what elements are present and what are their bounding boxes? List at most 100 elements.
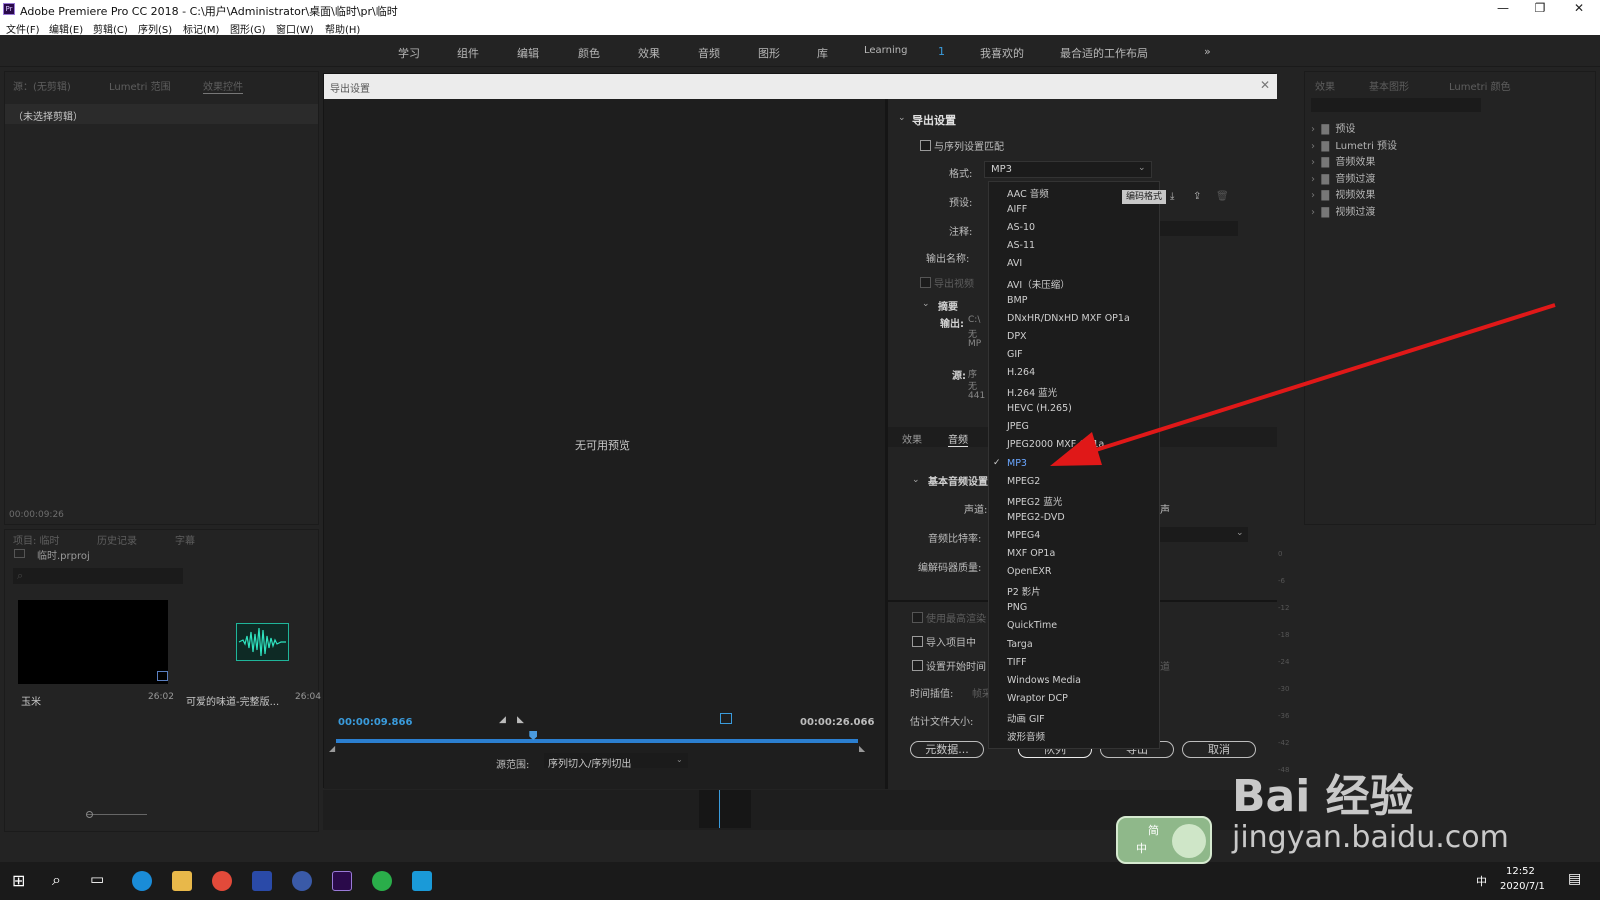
file-explorer-icon[interactable] — [172, 871, 192, 891]
format-option[interactable]: QuickTime — [1007, 620, 1057, 631]
premiere-taskbar-icon[interactable] — [332, 871, 352, 891]
format-option[interactable]: AS-10 — [1007, 222, 1035, 233]
mark-out-button[interactable]: ◣ — [517, 715, 524, 725]
tree-item-audio-effects[interactable]: › ▇ 音频效果 — [1311, 153, 1397, 170]
tree-item-audio-transitions[interactable]: › ▇ 音频过渡 — [1311, 170, 1397, 187]
workspace-color[interactable]: 颜色 — [578, 45, 600, 61]
audio-thumbnail[interactable] — [236, 623, 289, 661]
save-preset-icon[interactable]: ⤓ — [1170, 191, 1174, 202]
menu-edit[interactable]: 编辑(E) — [49, 21, 83, 36]
workspace-overflow-icon[interactable]: » — [1204, 45, 1211, 58]
tab-effects[interactable]: 效果 — [902, 431, 922, 446]
workspace-libraries[interactable]: 库 — [817, 45, 828, 61]
format-option[interactable]: MPEG2-DVD — [1007, 512, 1065, 523]
workspace-assembly[interactable]: 组件 — [457, 45, 479, 61]
format-option[interactable]: H.264 — [1007, 367, 1035, 378]
format-option[interactable]: Windows Media — [1007, 675, 1081, 686]
format-option[interactable]: 动画 GIF — [1007, 711, 1045, 725]
comment-input[interactable] — [1158, 221, 1238, 236]
import-preset-icon[interactable]: ⇪ — [1193, 191, 1201, 202]
zoom-slider-handle[interactable] — [86, 811, 93, 818]
format-option[interactable]: MPEG2 — [1007, 476, 1040, 487]
workspace-favorites[interactable]: 我喜欢的 — [980, 45, 1024, 61]
menu-sequence[interactable]: 序列(S) — [138, 21, 172, 36]
tree-item-presets[interactable]: › ▇ 预设 — [1311, 120, 1397, 137]
format-option[interactable]: Wraptor DCP — [1007, 693, 1068, 704]
restore-button[interactable]: ❐ — [1525, 1, 1555, 15]
clip-thumbnail-video[interactable] — [18, 600, 168, 684]
format-option[interactable]: MPEG4 — [1007, 530, 1040, 541]
format-option[interactable]: AVI（未压缩） — [1007, 277, 1070, 291]
search-icon[interactable]: ⌕ — [52, 870, 61, 890]
format-option[interactable]: MP3 — [1007, 458, 1027, 469]
baidu-netdisk-icon[interactable] — [292, 871, 312, 891]
effects-search-input[interactable] — [1311, 98, 1481, 112]
app2-icon[interactable] — [412, 871, 432, 891]
tab-effects[interactable]: 效果 — [1315, 78, 1335, 93]
import-project-checkbox[interactable] — [912, 636, 923, 647]
app-icon[interactable] — [252, 871, 272, 891]
ime-indicator[interactable]: 中 — [1476, 873, 1487, 889]
current-timecode[interactable]: 00:00:09.866 — [338, 717, 412, 728]
tree-item-video-effects[interactable]: › ▇ 视频效果 — [1311, 186, 1397, 203]
export-video-checkbox[interactable] — [920, 277, 931, 288]
format-option[interactable]: OpenEXR — [1007, 566, 1052, 577]
tab-history[interactable]: 历史记录 — [97, 532, 137, 547]
close-window-button[interactable]: ✕ — [1564, 1, 1594, 15]
summary-chevron-icon[interactable]: ⌄ — [922, 299, 930, 309]
format-option[interactable]: AVI — [1007, 258, 1022, 269]
workspace-best-layout[interactable]: 最合适的工作布局 — [1060, 45, 1148, 61]
menu-help[interactable]: 帮助(H) — [325, 21, 360, 36]
cancel-button[interactable]: 取消 — [1182, 741, 1256, 758]
format-option[interactable]: 波形音频 — [1007, 729, 1045, 743]
tab-captions[interactable]: 字幕 — [175, 532, 195, 547]
notification-icon[interactable]: ▤ — [1568, 871, 1581, 887]
preview-scrubber[interactable] — [336, 739, 858, 743]
tab-source[interactable]: 源：(无剪辑) — [13, 78, 71, 93]
format-option[interactable]: DPX — [1007, 331, 1027, 342]
tab-project[interactable]: 项目: 临时 — [13, 532, 60, 547]
format-option[interactable]: BMP — [1007, 295, 1027, 306]
workspace-effects[interactable]: 效果 — [638, 45, 660, 61]
workspace-audio[interactable]: 音频 — [698, 45, 720, 61]
aspect-icon[interactable] — [720, 713, 732, 724]
tree-item-lumetri-presets[interactable]: › ▇ Lumetri 预设 — [1311, 137, 1397, 154]
menu-window[interactable]: 窗口(W) — [276, 21, 314, 36]
format-select[interactable]: MP3 ⌄ — [984, 161, 1152, 178]
format-option[interactable]: Targa — [1007, 639, 1033, 650]
format-option[interactable]: P2 影片 — [1007, 584, 1041, 598]
match-sequence-checkbox[interactable] — [920, 140, 931, 151]
tab-essential-graphics[interactable]: 基本图形 — [1369, 78, 1409, 93]
windows-start-icon[interactable]: ⊞ — [12, 871, 25, 890]
range-start-handle[interactable]: ◢ — [329, 744, 335, 753]
format-option[interactable]: AS-11 — [1007, 240, 1035, 251]
format-option[interactable]: TIFF — [1007, 657, 1027, 668]
zoom-slider[interactable] — [87, 814, 147, 815]
menu-file[interactable]: 文件(F) — [6, 21, 40, 36]
format-option[interactable]: JPEG — [1007, 421, 1029, 432]
tab-lumetri-scopes[interactable]: Lumetri 范围 — [109, 78, 171, 93]
tab-audio[interactable]: 音频 — [948, 431, 968, 447]
workspace-learn[interactable]: 学习 — [398, 45, 420, 61]
menu-marker[interactable]: 标记(M) — [183, 21, 219, 36]
tab-effect-controls[interactable]: 效果控件 — [203, 78, 243, 94]
workspace-graphics[interactable]: 图形 — [758, 45, 780, 61]
delete-preset-icon[interactable]: 🗑 — [1216, 191, 1229, 202]
range-end-handle[interactable]: ◣ — [859, 744, 865, 753]
browser-icon[interactable] — [132, 871, 152, 891]
format-option[interactable]: AIFF — [1007, 204, 1027, 215]
menu-graphics[interactable]: 图形(G) — [230, 21, 266, 36]
chrome-icon[interactable] — [212, 871, 232, 891]
format-option[interactable]: GIF — [1007, 349, 1023, 360]
task-view-icon[interactable]: ▭ — [90, 870, 104, 888]
workspace-learning[interactable]: Learning — [864, 45, 907, 56]
menu-clip[interactable]: 剪辑(C) — [93, 21, 128, 36]
max-render-checkbox[interactable] — [912, 612, 923, 623]
tab-lumetri-color[interactable]: Lumetri 颜色 — [1449, 78, 1511, 93]
bitrate-select[interactable]: ⌄ — [1158, 527, 1248, 542]
format-option[interactable]: MXF OP1a — [1007, 548, 1055, 559]
minimize-button[interactable]: — — [1488, 1, 1518, 15]
project-search-input[interactable] — [13, 568, 183, 584]
mark-in-button[interactable]: ◢ — [499, 715, 506, 725]
format-option[interactable]: MPEG2 蓝光 — [1007, 494, 1062, 508]
